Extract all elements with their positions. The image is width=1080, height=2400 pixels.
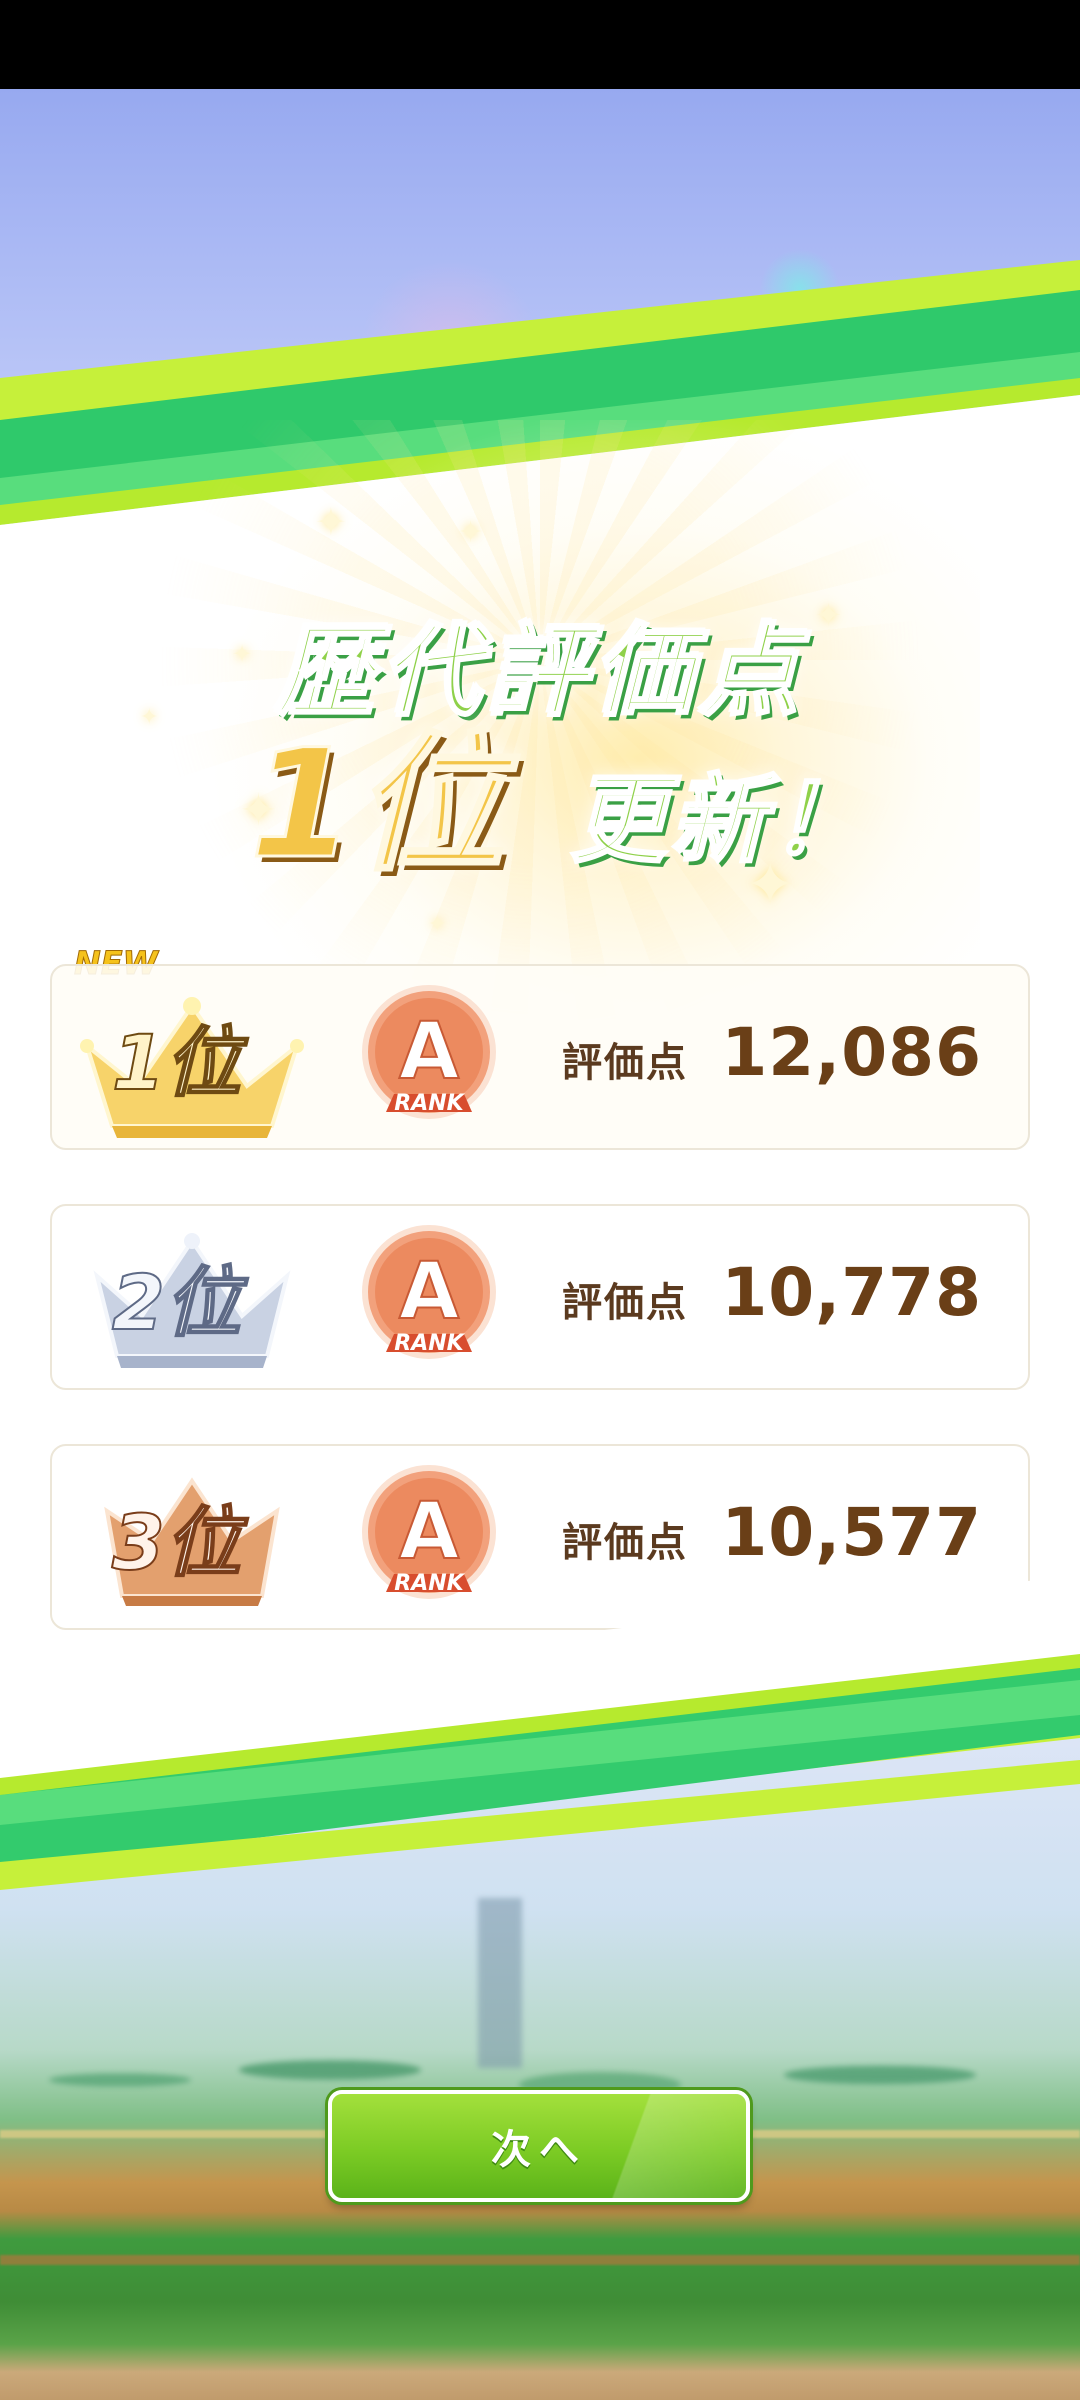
ranking-row-2: 2位 A RANK 評価点 10,778 — [50, 1204, 1030, 1390]
rank-number: 1位 — [248, 718, 505, 892]
sparkle-icon: ✦ — [458, 515, 484, 550]
crown-silver-icon: 2位 — [67, 1216, 317, 1382]
score-label: 評価点 — [562, 1520, 688, 1566]
crown-gold-icon: 1位 — [67, 976, 317, 1142]
page-title: 歴代評価点 — [274, 612, 805, 732]
rank-word: RANK — [394, 1571, 465, 1596]
rank-grade: A — [399, 1487, 459, 1577]
place-label: 2位 — [111, 1257, 242, 1348]
score-value: 10,778 — [721, 1254, 982, 1331]
rank-a-badge-icon: A RANK — [354, 984, 504, 1134]
score-label: 評価点 — [562, 1040, 688, 1086]
status-bar — [0, 0, 1080, 89]
rank-grade: A — [399, 1247, 459, 1337]
rank-word: RANK — [394, 1331, 465, 1356]
ranking-row-1: 1位 A RANK 評価点 12,086 — [50, 964, 1030, 1150]
score-value: 10,577 — [721, 1494, 982, 1571]
rank-update-line: 1位 更新！ — [0, 718, 1080, 892]
rank-word: RANK — [394, 1091, 465, 1116]
rank-a-badge-icon: A RANK — [354, 1464, 504, 1614]
rank-grade: A — [399, 1007, 459, 1097]
place-label: 1位 — [111, 1017, 242, 1108]
score-value: 12,086 — [721, 1014, 982, 1091]
place-label: 3位 — [111, 1497, 242, 1588]
next-button-label: 次へ — [491, 2127, 587, 2173]
sparkle-icon: ✦ — [315, 500, 347, 544]
score-label: 評価点 — [562, 1280, 688, 1326]
next-button[interactable]: 次へ — [328, 2090, 750, 2202]
tower-silhouette — [478, 1898, 522, 2068]
rank-update-text: 更新！ — [569, 763, 870, 878]
sparkle-icon: ✦ — [428, 912, 447, 937]
ranking-row-3: 3位 A RANK 評価点 10,577 — [50, 1444, 1030, 1630]
rank-a-badge-icon: A RANK — [354, 1224, 504, 1374]
crown-bronze-icon: 3位 — [67, 1456, 317, 1622]
track-rail — [0, 2255, 1080, 2265]
